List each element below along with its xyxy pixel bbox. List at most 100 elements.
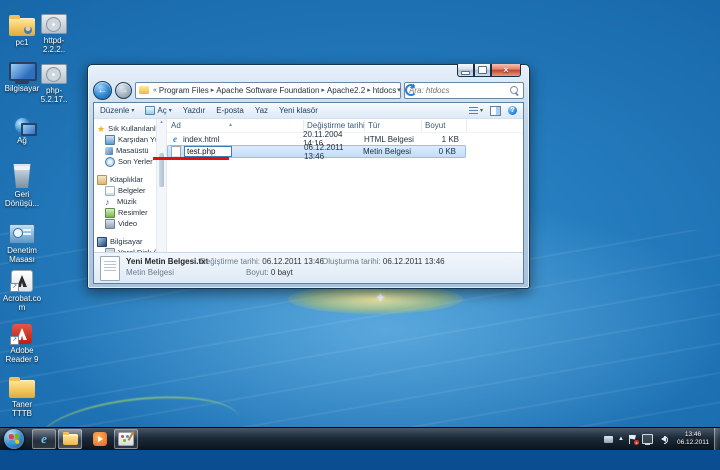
toolbar-item-yazdir[interactable]: Yazdır	[183, 106, 206, 115]
chevron-down-icon: ▾	[168, 108, 172, 114]
chevron-down-icon: ▾	[479, 108, 483, 114]
details-file-name: Yeni Metin Belgesi.txt	[126, 257, 209, 266]
toolbar-item-eposta[interactable]: E-posta	[216, 106, 244, 115]
sidebar-item-music[interactable]: ♪ Müzik	[94, 196, 156, 207]
column-header-modified[interactable]: Değiştirme tarihi	[307, 121, 365, 130]
toolbar-item-yeni-klasor[interactable]: Yeni klasör	[279, 106, 318, 115]
taskbar-media-player-button[interactable]	[88, 429, 112, 449]
details-pane: Yeni Metin Belgesi.txt Metin Belgesi Değ…	[94, 252, 523, 283]
shortcut-arrow-icon: ↗	[10, 283, 19, 292]
desktop-icon-httpd-installer[interactable]: httpd-2.2.2..	[33, 8, 75, 54]
change-view-button[interactable]: ▾	[468, 107, 483, 114]
sidebar-label: Karşıdan Yüklem	[118, 135, 156, 144]
libraries-icon	[97, 174, 107, 185]
desktop-icon-adobe-reader[interactable]: ↗ Adobe Reader 9	[1, 318, 43, 364]
close-button[interactable]: ×	[491, 64, 521, 77]
start-button[interactable]	[4, 429, 24, 449]
clock-date: 06.12.2011	[676, 439, 710, 446]
search-box	[404, 81, 524, 99]
breadcrumb-htdocs[interactable]: htdocs	[372, 86, 398, 95]
toolbar-label: Aç	[157, 106, 167, 115]
desktop-icon-control-panel[interactable]: Denetim Masası	[1, 218, 43, 264]
text-document-icon	[100, 256, 120, 281]
action-center-icon[interactable]: x	[629, 435, 639, 445]
sidebar-item-videos[interactable]: Video	[94, 218, 156, 229]
taskbar-explorer-button[interactable]	[58, 429, 82, 449]
desktop-icon-label: Acrobat.com	[2, 294, 42, 312]
red-underline-annotation	[153, 157, 229, 160]
sidebar-item-pictures[interactable]: Resimler	[94, 207, 156, 218]
internet-explorer-icon: e	[41, 431, 47, 446]
taskbar-paint-button[interactable]	[114, 429, 138, 449]
details-created-value: 06.12.2011 13:46	[382, 257, 445, 266]
scroll-up-icon[interactable]: ▴	[160, 119, 163, 125]
taskbar-internet-explorer-button[interactable]: e	[32, 429, 56, 449]
forward-button[interactable]: →	[115, 81, 132, 99]
breadcrumb-program-files[interactable]: Program Files	[158, 86, 210, 95]
column-header-name[interactable]: Ad	[171, 121, 181, 130]
rename-input[interactable]	[184, 146, 232, 157]
error-badge: x	[634, 439, 639, 445]
help-icon: ?	[510, 107, 515, 114]
minimize-button[interactable]	[457, 64, 474, 77]
sidebar-item-recent-places[interactable]: Son Yerler	[94, 156, 156, 167]
toolbar-item-ac[interactable]: Aç ▾	[145, 106, 172, 115]
desktop-icon-label: Adobe Reader 9	[5, 346, 39, 364]
desktop-icon-recycle-bin[interactable]: Geri Dönüşü...	[1, 162, 43, 208]
network-tray-icon[interactable]	[642, 434, 653, 445]
sidebar-scrollbar[interactable]: ▴	[156, 119, 167, 252]
show-hidden-icons-button[interactable]: ▲	[618, 436, 624, 442]
details-size-value: 0 bayt	[270, 268, 293, 277]
show-desktop-button[interactable]	[714, 428, 720, 450]
column-divider[interactable]	[364, 120, 365, 131]
sidebar-item-computer[interactable]: Bilgisayar	[94, 236, 156, 247]
file-type: Metin Belgesi	[363, 147, 412, 156]
sidebar-item-downloads[interactable]: Karşıdan Yüklem	[94, 134, 156, 145]
back-button[interactable]: ←	[93, 80, 112, 100]
sidebar-item-libraries[interactable]: Kitaplıklar	[94, 174, 156, 185]
sidebar-label: Kitaplıklar	[110, 175, 143, 184]
sidebar-item-favorites[interactable]: ★Sık Kullanılanlar	[94, 123, 156, 134]
maximize-button[interactable]	[474, 64, 491, 77]
star-icon: ★	[97, 123, 106, 134]
sidebar-item-documents[interactable]: Belgeler	[94, 185, 156, 196]
desktop-icon-network[interactable]: Ağ	[1, 108, 43, 145]
documents-icon	[105, 185, 115, 196]
media-player-icon	[93, 432, 107, 446]
toolbar-item-duzenle[interactable]: Düzenle ▾	[100, 106, 134, 115]
desktop-icon	[105, 146, 113, 155]
html-file-icon: e	[173, 134, 177, 144]
toolbar-item-yaz[interactable]: Yaz	[255, 106, 268, 115]
volume-icon[interactable]	[658, 436, 668, 444]
sidebar-label: Masaüstü	[116, 146, 149, 155]
sidebar-label: Müzik	[117, 197, 137, 206]
desktop-icon-php-installer[interactable]: php-5.2.17..	[33, 58, 75, 104]
details-file-type: Metin Belgesi	[126, 268, 175, 277]
column-divider[interactable]	[421, 120, 422, 131]
taskbar-clock[interactable]: 13:46 06.12.2011	[673, 431, 713, 447]
desktop-icon-acrobat-com[interactable]: ↗ Acrobat.com	[1, 266, 43, 312]
sidebar-item-desktop[interactable]: Masaüstü	[94, 145, 156, 156]
breadcrumb-apache22[interactable]: Apache2.2	[326, 86, 366, 95]
search-input[interactable]	[405, 85, 510, 95]
desktop-icon-taner-folder[interactable]: Taner TTTB	[1, 372, 43, 418]
computer-icon	[9, 62, 37, 84]
chevron-down-icon: ▾	[131, 108, 135, 114]
address-dropdown-icon[interactable]: ▾	[397, 86, 401, 94]
preview-pane-button[interactable]	[490, 105, 501, 116]
pictures-icon	[105, 207, 115, 218]
toolbar-label: E-posta	[216, 106, 244, 115]
toolbar-label: Yeni klasör	[279, 106, 318, 115]
address-bar[interactable]: « Program Files ▸ Apache Software Founda…	[135, 81, 417, 99]
help-button[interactable]: ?	[508, 106, 517, 115]
column-header-size[interactable]: Boyut	[425, 121, 445, 130]
tray-device-icon[interactable]	[604, 435, 614, 443]
sparkle-icon: ✦	[375, 290, 386, 305]
column-header-type[interactable]: Tür	[368, 121, 380, 130]
column-divider[interactable]	[466, 120, 467, 131]
desktop-icon-label: php-5.2.17..	[40, 86, 68, 104]
breadcrumb-apache-software-foundation[interactable]: Apache Software Foundation	[215, 86, 320, 95]
sidebar-label: Belgeler	[118, 186, 146, 195]
shared-folder-icon	[9, 15, 35, 36]
folder-icon	[62, 431, 78, 445]
